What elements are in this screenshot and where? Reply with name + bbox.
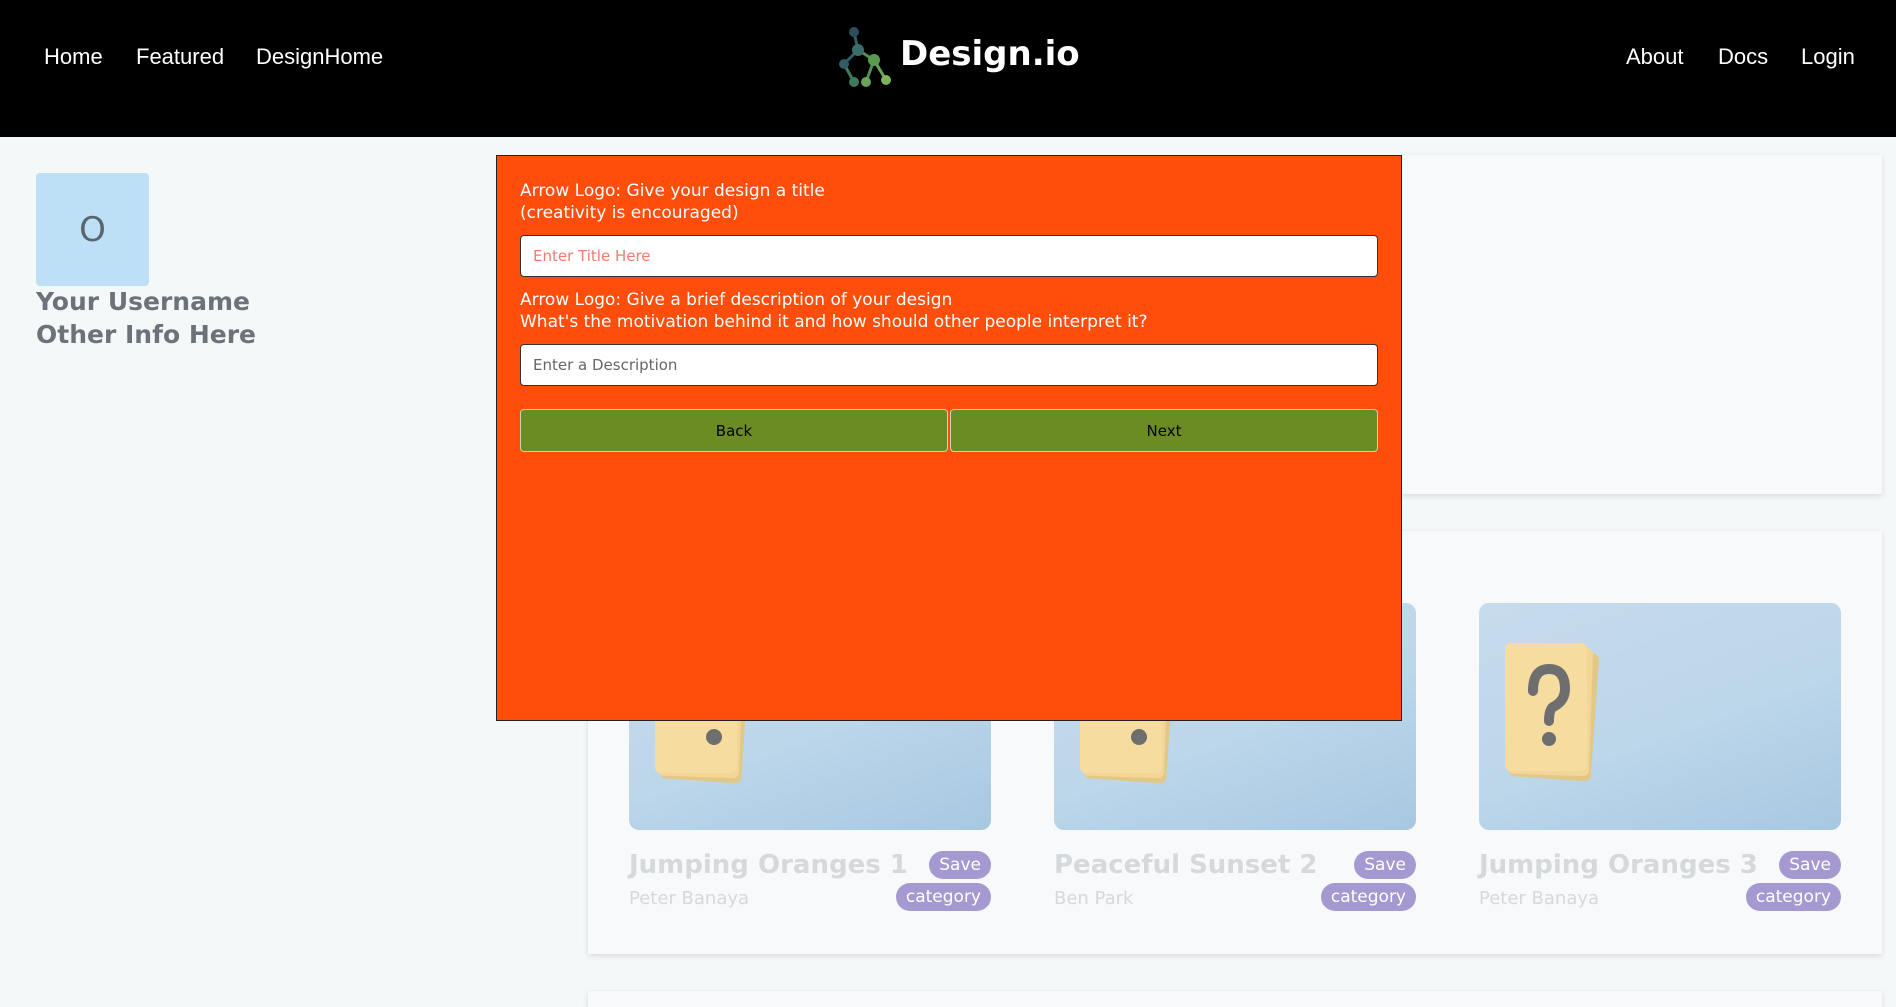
save-button[interactable]: Save	[1354, 851, 1416, 879]
nav-login-link[interactable]: Login	[1801, 44, 1855, 70]
category-badge[interactable]: category	[1745, 883, 1841, 911]
nav-docs-link[interactable]: Docs	[1718, 44, 1768, 70]
brand-logo-link[interactable]: Design.io	[836, 22, 1080, 92]
avatar-initial: O	[79, 209, 106, 250]
bottom-panel	[588, 991, 1882, 1007]
top-panel	[1401, 155, 1882, 494]
save-button[interactable]: Save	[1779, 851, 1841, 879]
description-input[interactable]	[520, 344, 1378, 386]
design-details-modal: Arrow Logo: Give your design a title (cr…	[496, 155, 1402, 721]
question-cards-icon	[1505, 643, 1599, 782]
description-prompt-hint: What's the motivation behind it and how …	[520, 312, 1148, 332]
navbar: Home Featured DesignHome Design.io About…	[0, 0, 1896, 137]
description-prompt-line: Arrow Logo: Give a brief description of …	[520, 290, 953, 310]
card-title: Jumping Oranges 1	[629, 850, 908, 880]
nav-home-link[interactable]: Home	[44, 44, 103, 70]
card-author: Ben Park	[1054, 888, 1134, 909]
molecule-logo-icon	[839, 27, 891, 87]
nav-designhome-link[interactable]: DesignHome	[256, 44, 383, 70]
title-input[interactable]	[520, 235, 1378, 277]
nav-featured-link[interactable]: Featured	[136, 44, 224, 70]
category-badge[interactable]: category	[895, 883, 991, 911]
profile-username: Your Username	[36, 287, 250, 316]
brand-name: Design.io	[900, 34, 1080, 74]
description-prompt: Arrow Logo: Give a brief description of …	[520, 289, 1147, 333]
category-badge[interactable]: category	[1320, 883, 1416, 911]
nav-about-link[interactable]: About	[1626, 44, 1684, 70]
title-prompt-hint: (creativity is encouraged)	[520, 203, 739, 223]
title-prompt-line: Arrow Logo: Give your design a title	[520, 181, 825, 201]
profile-info: Other Info Here	[36, 320, 257, 349]
card-image[interactable]	[1479, 603, 1841, 830]
avatar: O	[36, 173, 149, 286]
card-author: Peter Banaya	[629, 888, 750, 909]
card-author: Peter Banaya	[1479, 888, 1600, 909]
card-title: Jumping Oranges 3	[1479, 850, 1758, 880]
back-button[interactable]: Back	[520, 409, 948, 452]
title-prompt: Arrow Logo: Give your design a title (cr…	[520, 180, 825, 224]
next-button[interactable]: Next	[950, 409, 1378, 452]
card-title: Peaceful Sunset 2	[1054, 850, 1318, 880]
save-button[interactable]: Save	[929, 851, 991, 879]
